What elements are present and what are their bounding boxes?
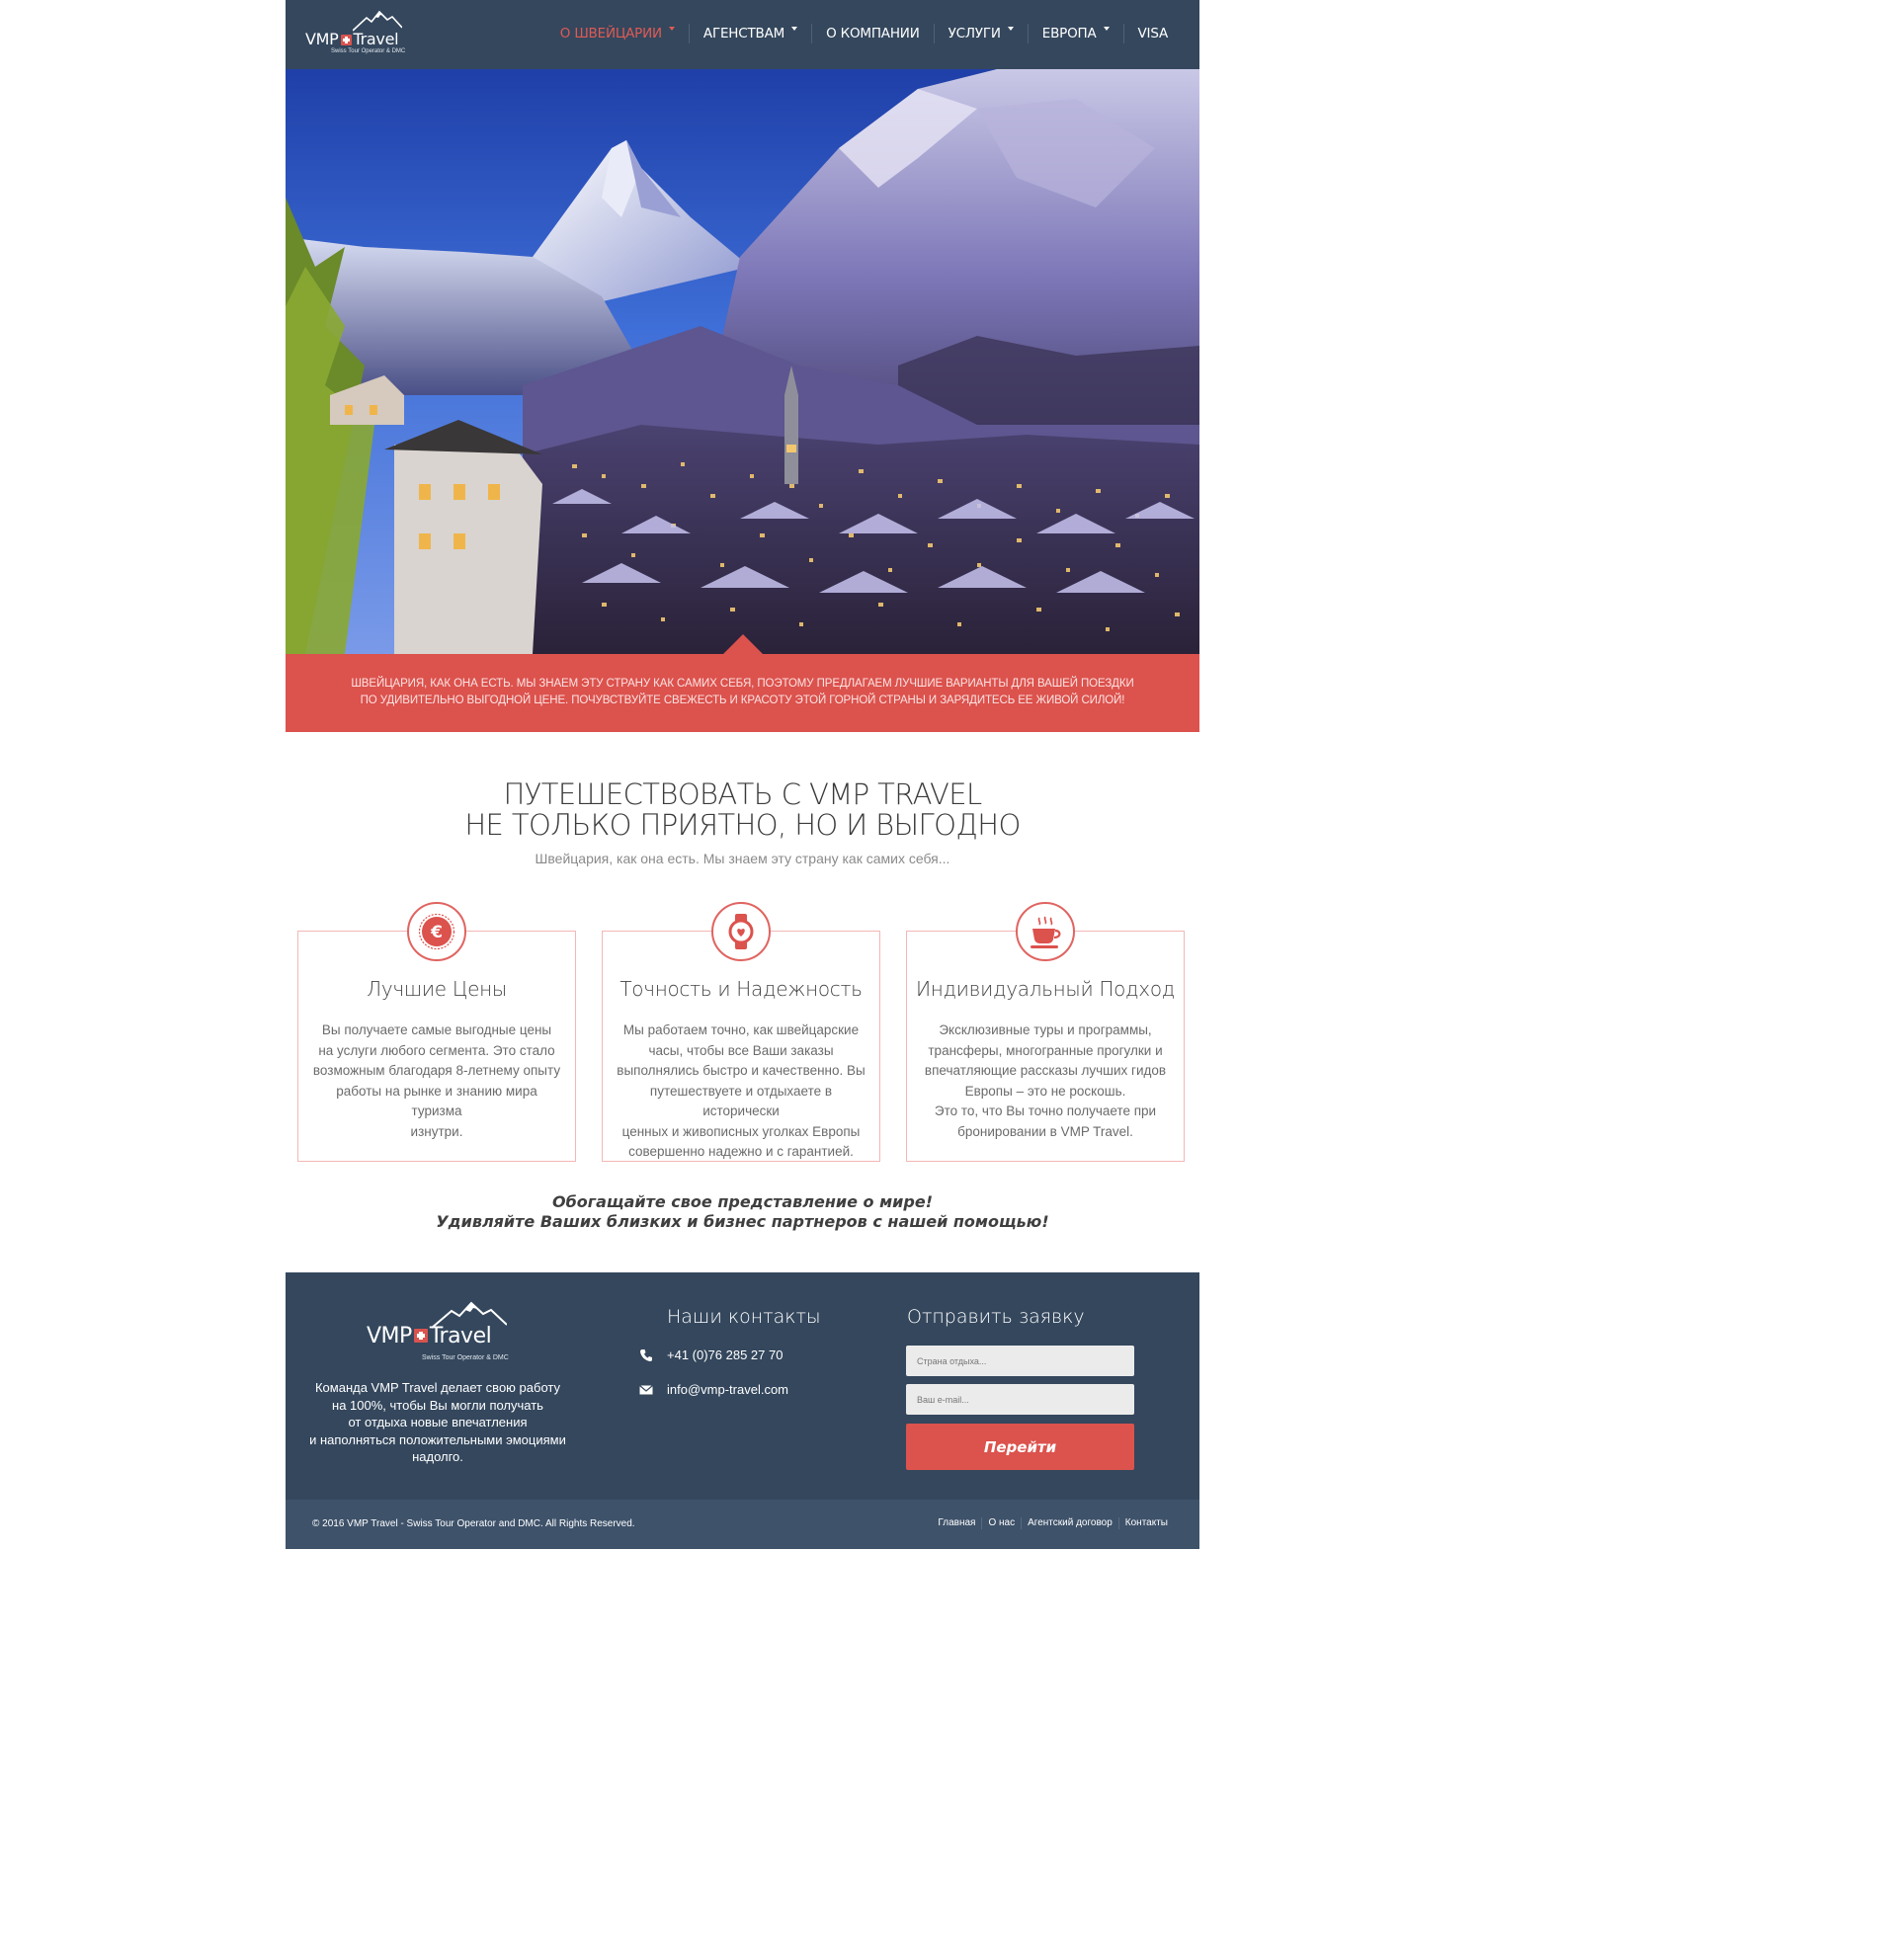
caret-down-icon bbox=[1007, 27, 1014, 31]
footer-link-agency-contract[interactable]: Агентский договор bbox=[1021, 1517, 1118, 1529]
banner-text: Швейцария, как она есть. Мы знаем эту ст… bbox=[351, 678, 1134, 706]
feature-title: Точность и Надежность bbox=[619, 977, 863, 1001]
country-input[interactable] bbox=[906, 1346, 1134, 1376]
contacts-title: Наши контакты bbox=[667, 1306, 821, 1328]
caret-down-icon bbox=[668, 27, 675, 31]
nav-item-about-company[interactable]: О КОМПАНИИ bbox=[811, 24, 934, 43]
contact-email[interactable]: info@vmp-travel.com bbox=[636, 1382, 788, 1397]
site-footer: VMP Travel Swiss Tour Operator & DMC Кома… bbox=[286, 1272, 1199, 1500]
coffee-cup-icon bbox=[1016, 902, 1075, 961]
nav-item-visa[interactable]: VISA bbox=[1122, 24, 1182, 43]
main-nav: О ШВЕЙЦАРИИ АГЕНСТВАМ О КОМПАНИИ УСЛУГИ … bbox=[546, 22, 1182, 45]
feature-text: Вы получаете самые выгодные цены на услу… bbox=[312, 1022, 561, 1139]
feature-title: Индивидуальный Подход bbox=[915, 977, 1176, 1001]
footer-logo[interactable]: VMP Travel Swiss Tour Operator & DMC bbox=[367, 1300, 515, 1369]
banner-notch bbox=[723, 634, 763, 654]
caret-down-icon bbox=[1103, 27, 1110, 31]
footer-link-contacts[interactable]: Контакты bbox=[1117, 1517, 1174, 1529]
site-header: VMP Travel Swiss Tour Operator & DMC О ШВ… bbox=[286, 0, 1199, 70]
intro-banner: Швейцария, как она есть. Мы знаем эту ст… bbox=[286, 654, 1199, 732]
nav-item-agencies[interactable]: АГЕНСТВАМ bbox=[688, 24, 811, 43]
feature-text: Мы работаем точно, как швейцарские часы,… bbox=[617, 1022, 866, 1159]
footer-links: Главная О нас Агентский договор Контакты bbox=[932, 1517, 1174, 1529]
section-title: ПУТЕШЕСТВОВАТЬ С VMP TRAVEL НЕ ТОЛЬКО ПР… bbox=[464, 777, 1021, 842]
feature-card-prices: € Лучшие Цены Вы получаете самые выгодны… bbox=[297, 902, 576, 1162]
logo-wordmark: VMP Travel bbox=[305, 30, 399, 48]
footer-bottom-bar: © 2016 VMP Travel - Swiss Tour Operator … bbox=[286, 1500, 1199, 1549]
slogan: Обогащайте свое представление о мире! Уд… bbox=[436, 1192, 1049, 1231]
copyright: © 2016 VMP Travel - Swiss Tour Operator … bbox=[312, 1518, 635, 1529]
watch-icon bbox=[711, 902, 771, 961]
nav-item-europe[interactable]: ЕВРОПА bbox=[1027, 24, 1123, 43]
email-input[interactable] bbox=[906, 1384, 1134, 1415]
logo[interactable]: VMP Travel Swiss Tour Operator & DMC bbox=[305, 10, 414, 59]
logo-tagline: Swiss Tour Operator & DMC bbox=[331, 48, 406, 54]
section-subtitle: Швейцария, как она есть. Мы знаем эту ст… bbox=[535, 851, 950, 866]
request-form-title: Отправить заявку bbox=[907, 1306, 1085, 1328]
footer-about-text: Команда VMP Travel делает свою работу на… bbox=[309, 1380, 566, 1464]
feature-title: Лучшие Цены bbox=[367, 977, 507, 1001]
nav-item-services[interactable]: УСЛУГИ bbox=[933, 24, 1028, 43]
footer-link-about[interactable]: О нас bbox=[981, 1517, 1021, 1529]
contact-phone[interactable]: +41 (0)76 285 27 70 bbox=[636, 1348, 783, 1362]
feature-card-reliability: Точность и Надежность Мы работаем точно,… bbox=[602, 902, 880, 1162]
phone-icon bbox=[636, 1348, 656, 1362]
hero-photo-mountain-village bbox=[286, 69, 1199, 654]
footer-logo-wordmark: VMP Travel bbox=[367, 1324, 492, 1348]
envelope-icon bbox=[636, 1384, 656, 1395]
footer-link-home[interactable]: Главная bbox=[932, 1517, 981, 1529]
euro-icon: € bbox=[407, 902, 466, 961]
mountain-logo-icon bbox=[353, 10, 402, 32]
footer-logo-tagline: Swiss Tour Operator & DMC bbox=[422, 1354, 509, 1361]
nav-item-switzerland[interactable]: О ШВЕЙЦАРИИ bbox=[546, 24, 689, 43]
svg-text:€: € bbox=[430, 923, 443, 942]
hero-image bbox=[286, 69, 1199, 654]
swiss-cross-icon bbox=[340, 35, 352, 45]
swiss-cross-icon bbox=[413, 1329, 428, 1343]
feature-text: Эксклюзивные туры и программы, трансферы… bbox=[924, 1022, 1167, 1139]
feature-card-individual: Индивидуальный Подход Эксклюзивные туры … bbox=[906, 902, 1185, 1162]
caret-down-icon bbox=[791, 27, 798, 31]
submit-button[interactable]: Перейти bbox=[906, 1424, 1134, 1470]
